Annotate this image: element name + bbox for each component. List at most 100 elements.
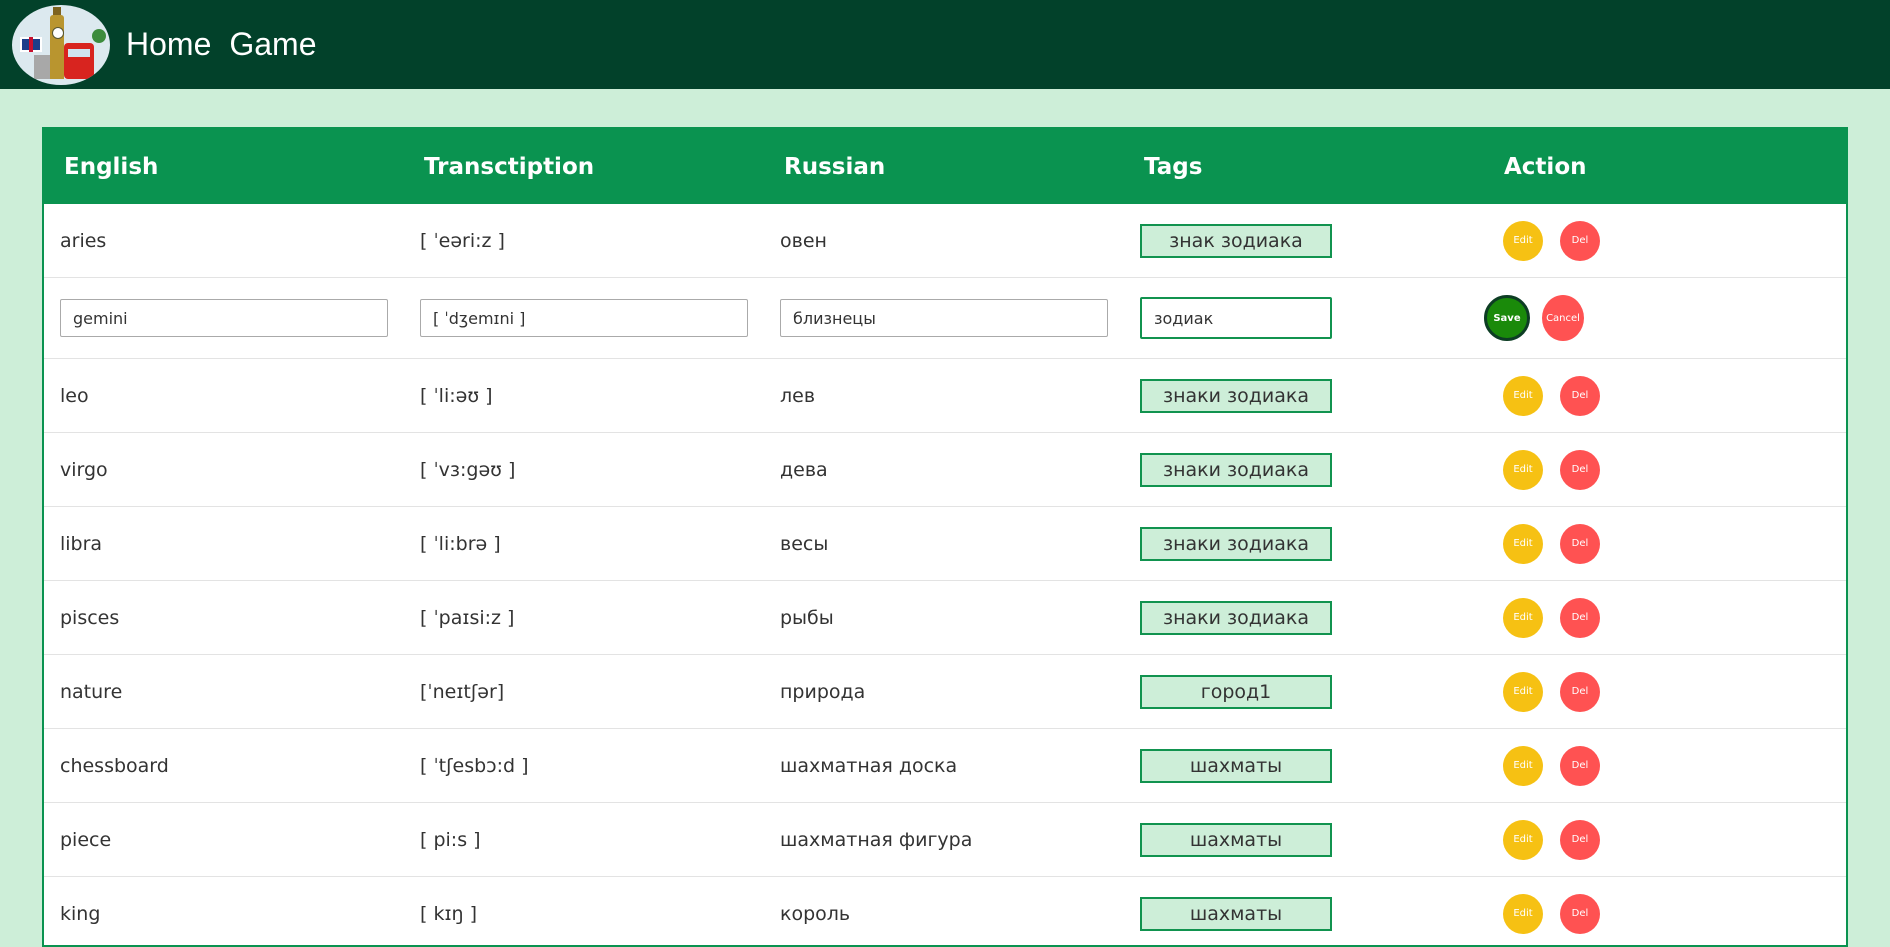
cell-transcription: [ ˈtʃesbɔ:d ] bbox=[420, 754, 529, 777]
cell-transcription: [ ˈpaɪsi:z ] bbox=[420, 606, 515, 629]
cell-actions: Edit Del bbox=[1484, 220, 1846, 261]
transcription-input[interactable] bbox=[420, 299, 748, 337]
delete-button[interactable]: Del bbox=[1560, 449, 1600, 490]
delete-button[interactable]: Del bbox=[1560, 375, 1600, 416]
cell-tags: знаки зодиака bbox=[1124, 526, 1484, 561]
bus-window-graphic bbox=[68, 48, 90, 57]
table-row: nature [ˈneɪtʃər] природа город1 Edit De… bbox=[44, 655, 1846, 729]
edit-button[interactable]: Edit bbox=[1503, 523, 1543, 564]
cell-tags bbox=[1124, 297, 1484, 339]
nav-game-link[interactable]: Game bbox=[229, 26, 316, 63]
cell-actions: Edit Del bbox=[1484, 819, 1846, 860]
table-row: chessboard [ ˈtʃesbɔ:d ] шахматная доска… bbox=[44, 729, 1846, 803]
tags-input[interactable] bbox=[1140, 297, 1332, 339]
cell-actions: Edit Del bbox=[1484, 745, 1846, 786]
cell-russian: природа bbox=[780, 680, 866, 703]
cell-transcription bbox=[404, 299, 764, 337]
cell-actions: Save Cancel bbox=[1484, 295, 1846, 341]
edit-button[interactable]: Edit bbox=[1503, 597, 1543, 638]
words-table: English Transctiption Russian Tags Actio… bbox=[42, 127, 1848, 947]
header-action: Action bbox=[1504, 153, 1587, 180]
tag-badge: знаки зодиака bbox=[1140, 600, 1332, 635]
cell-english: chessboard bbox=[60, 754, 169, 777]
cell-english: libra bbox=[60, 532, 103, 555]
delete-button[interactable]: Del bbox=[1560, 745, 1600, 786]
table-row: virgo [ ˈvɜ:gəʊ ] дева знаки зодиака Edi… bbox=[44, 433, 1846, 507]
table-header: English Transctiption Russian Tags Actio… bbox=[44, 129, 1846, 204]
edit-button[interactable]: Edit bbox=[1503, 671, 1543, 712]
cell-tags: шахматы bbox=[1124, 748, 1484, 783]
delete-button[interactable]: Del bbox=[1560, 671, 1600, 712]
header-tags: Tags bbox=[1144, 153, 1203, 180]
cell-russian: шахматная фигура bbox=[780, 828, 973, 851]
cell-transcription: [ ˈeəri:z ] bbox=[420, 229, 505, 252]
cell-english: piece bbox=[60, 828, 112, 851]
delete-button[interactable]: Del bbox=[1560, 819, 1600, 860]
cancel-button[interactable]: Cancel bbox=[1542, 295, 1584, 341]
header-russian: Russian bbox=[784, 153, 886, 180]
top-nav-bar: Home Game bbox=[0, 0, 1890, 89]
save-button[interactable]: Save bbox=[1484, 295, 1530, 341]
nav-home-link[interactable]: Home bbox=[126, 26, 211, 63]
edit-button[interactable]: Edit bbox=[1503, 220, 1543, 261]
cell-actions: Edit Del bbox=[1484, 671, 1846, 712]
delete-button[interactable]: Del bbox=[1560, 893, 1600, 934]
cell-english: leo bbox=[60, 384, 89, 407]
clock-icon bbox=[52, 26, 64, 39]
cell-tags: знаки зодиака bbox=[1124, 378, 1484, 413]
cell-russian bbox=[764, 299, 1124, 337]
cell-tags: знак зодиака bbox=[1124, 223, 1484, 258]
edit-button[interactable]: Edit bbox=[1503, 745, 1543, 786]
edit-button[interactable]: Edit bbox=[1503, 449, 1543, 490]
cell-english: pisces bbox=[60, 606, 120, 629]
big-ben-graphic bbox=[50, 14, 64, 79]
cell-russian: дева bbox=[780, 458, 828, 481]
table-row: libra [ ˈli:brə ] весы знаки зодиака Edi… bbox=[44, 507, 1846, 581]
cell-actions: Edit Del bbox=[1484, 449, 1846, 490]
edit-button[interactable]: Edit bbox=[1503, 819, 1543, 860]
table-row: king [ kɪŋ ] король шахматы Edit Del bbox=[44, 877, 1846, 945]
cell-transcription: [ ˈvɜ:gəʊ ] bbox=[420, 458, 516, 481]
table-row: aries [ ˈeəri:z ] овен знак зодиака Edit… bbox=[44, 204, 1846, 278]
tag-badge: знаки зодиака bbox=[1140, 378, 1332, 413]
cell-transcription: [ pi:s ] bbox=[420, 828, 481, 851]
cell-russian: лев bbox=[780, 384, 816, 407]
english-input[interactable] bbox=[60, 299, 388, 337]
cell-actions: Edit Del bbox=[1484, 375, 1846, 416]
cell-russian: король bbox=[780, 902, 851, 925]
table-row-editing: Save Cancel bbox=[44, 278, 1846, 359]
table-row: pisces [ ˈpaɪsi:z ] рыбы знаки зодиака E… bbox=[44, 581, 1846, 655]
cell-actions: Edit Del bbox=[1484, 597, 1846, 638]
cell-transcription: [ ˈli:brə ] bbox=[420, 532, 501, 555]
edit-button[interactable]: Edit bbox=[1503, 375, 1543, 416]
cell-tags: город1 bbox=[1124, 674, 1484, 709]
tag-badge: знаки зодиака bbox=[1140, 526, 1332, 561]
tag-badge: шахматы bbox=[1140, 822, 1332, 857]
cell-tags: знаки зодиака bbox=[1124, 452, 1484, 487]
cell-actions: Edit Del bbox=[1484, 523, 1846, 564]
tag-badge: шахматы bbox=[1140, 748, 1332, 783]
flag-cross-graphic bbox=[29, 36, 33, 52]
tag-badge: город1 bbox=[1140, 674, 1332, 709]
table-row: leo [ ˈli:əʊ ] лев знаки зодиака Edit De… bbox=[44, 359, 1846, 433]
cell-tags: шахматы bbox=[1124, 822, 1484, 857]
tag-badge: шахматы bbox=[1140, 896, 1332, 931]
russian-input[interactable] bbox=[780, 299, 1108, 337]
delete-button[interactable]: Del bbox=[1560, 220, 1600, 261]
header-transcription: Transctiption bbox=[424, 153, 595, 180]
delete-button[interactable]: Del bbox=[1560, 597, 1600, 638]
cell-english: aries bbox=[60, 229, 107, 252]
cell-transcription: [ˈneɪtʃər] bbox=[420, 680, 505, 703]
logo[interactable] bbox=[12, 4, 110, 85]
tag-badge: знак зодиака bbox=[1140, 223, 1332, 258]
tag-badge: знаки зодиака bbox=[1140, 452, 1332, 487]
delete-button[interactable]: Del bbox=[1560, 523, 1600, 564]
cell-english: nature bbox=[60, 680, 123, 703]
cell-actions: Edit Del bbox=[1484, 893, 1846, 934]
cell-tags: шахматы bbox=[1124, 896, 1484, 931]
cell-russian: шахматная доска bbox=[780, 754, 958, 777]
cell-english: king bbox=[60, 902, 101, 925]
cell-russian: овен bbox=[780, 229, 827, 252]
cell-english: virgo bbox=[60, 458, 108, 481]
edit-button[interactable]: Edit bbox=[1503, 893, 1543, 934]
